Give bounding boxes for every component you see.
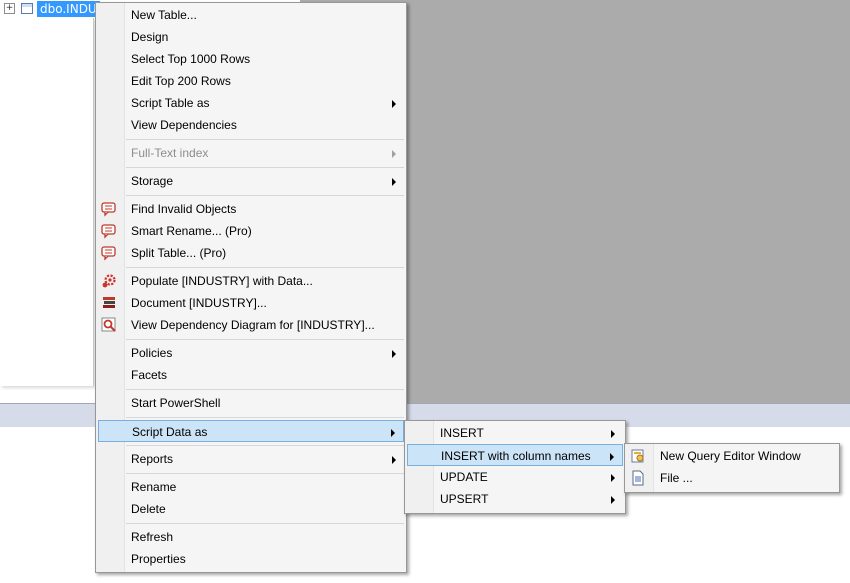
tree-dropdown-strip — [0, 18, 94, 386]
submenu-arrow-icon — [611, 496, 615, 504]
submenu-arrow-icon — [392, 350, 396, 358]
menu-item-policies[interactable]: Policies — [98, 342, 404, 364]
menu-item-view-dependencies[interactable]: View Dependencies — [98, 114, 404, 136]
submenu-arrow-icon — [611, 474, 615, 482]
menu-item-full-text-index: Full-Text index — [98, 142, 404, 164]
table-icon — [21, 3, 33, 14]
submenu-arrow-icon — [392, 100, 396, 108]
file-icon — [632, 470, 644, 486]
submenu-arrow-icon — [392, 178, 396, 186]
menu-item-populate[interactable]: Populate [INDUSTRY] with Data... — [98, 270, 404, 292]
magnifier-diagram-icon — [101, 317, 116, 332]
menu-item-design[interactable]: Design — [98, 26, 404, 48]
menu-item-storage[interactable]: Storage — [98, 170, 404, 192]
menu-item-new-query-editor-window[interactable]: New Query Editor Window — [627, 445, 837, 467]
menu-item-dependency-diagram[interactable]: View Dependency Diagram for [INDUSTRY]..… — [98, 314, 404, 336]
expand-icon[interactable]: + — [4, 3, 15, 14]
menu-separator — [126, 445, 404, 446]
menu-separator — [126, 167, 404, 168]
menu-separator — [126, 417, 404, 418]
menu-separator — [126, 473, 404, 474]
menu-separator — [126, 523, 404, 524]
speech-bubble-icon — [101, 202, 116, 217]
menu-item-script-table-as[interactable]: Script Table as — [98, 92, 404, 114]
menu-item-find-invalid-objects[interactable]: Find Invalid Objects — [98, 198, 404, 220]
submenu-arrow-icon — [392, 150, 396, 158]
insert-target-submenu: New Query Editor Window File ... — [624, 443, 840, 493]
menu-item-refresh[interactable]: Refresh — [98, 526, 404, 548]
menu-separator — [126, 267, 404, 268]
menu-separator — [126, 339, 404, 340]
menu-item-delete[interactable]: Delete — [98, 498, 404, 520]
menu-separator — [126, 195, 404, 196]
submenu-arrow-icon — [392, 456, 396, 464]
speech-bubble-icon — [101, 224, 116, 239]
script-data-submenu: INSERT INSERT with column names UPDATE U… — [404, 420, 626, 514]
menu-item-split-table[interactable]: Split Table... (Pro) — [98, 242, 404, 264]
query-editor-icon — [631, 449, 644, 463]
context-menu: New Table... Design Select Top 1000 Rows… — [95, 2, 407, 573]
submenu-arrow-icon — [611, 430, 615, 438]
menu-separator — [126, 139, 404, 140]
menu-item-new-table[interactable]: New Table... — [98, 4, 404, 26]
menu-item-document[interactable]: Document [INDUSTRY]... — [98, 292, 404, 314]
menu-item-edit-top[interactable]: Edit Top 200 Rows — [98, 70, 404, 92]
menu-item-script-data-as[interactable]: Script Data as — [98, 420, 404, 442]
menu-separator — [126, 389, 404, 390]
menu-item-file[interactable]: File ... — [627, 467, 837, 489]
menu-item-start-powershell[interactable]: Start PowerShell — [98, 392, 404, 414]
document-stack-icon — [103, 297, 115, 308]
menu-item-update[interactable]: UPDATE — [407, 466, 623, 488]
menu-item-properties[interactable]: Properties — [98, 548, 404, 570]
menu-item-smart-rename[interactable]: Smart Rename... (Pro) — [98, 220, 404, 242]
menu-item-insert-with-column-names[interactable]: INSERT with column names — [407, 444, 623, 466]
menu-item-rename[interactable]: Rename — [98, 476, 404, 498]
menu-item-upsert[interactable]: UPSERT — [407, 488, 623, 510]
menu-item-reports[interactable]: Reports — [98, 448, 404, 470]
submenu-arrow-icon — [610, 453, 614, 461]
tree-node-table[interactable]: + dbo.INDU — [4, 0, 100, 17]
menu-item-insert[interactable]: INSERT — [407, 422, 623, 444]
speech-bubble-icon — [101, 246, 116, 261]
tree-node-label[interactable]: dbo.INDU — [37, 0, 100, 17]
menu-item-facets[interactable]: Facets — [98, 364, 404, 386]
menu-item-select-top[interactable]: Select Top 1000 Rows — [98, 48, 404, 70]
gear-icon — [102, 274, 116, 288]
submenu-arrow-icon — [391, 429, 395, 437]
